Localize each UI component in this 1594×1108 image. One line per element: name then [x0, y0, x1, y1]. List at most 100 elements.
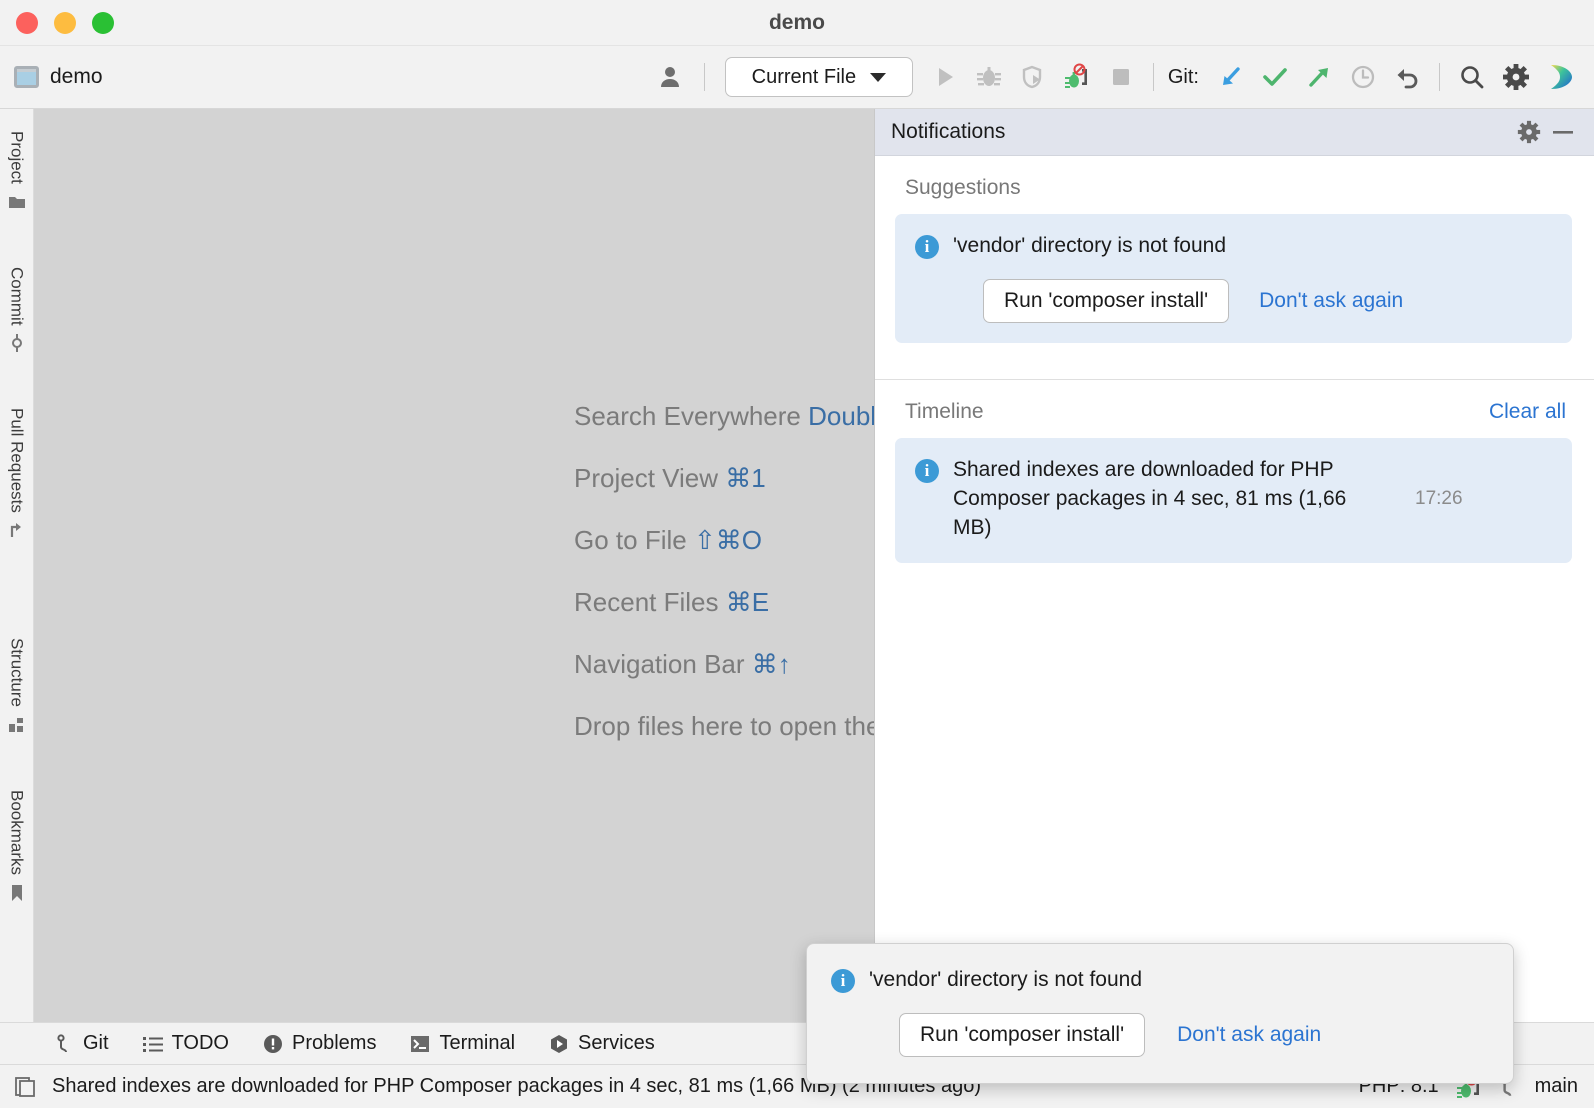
git-commit-button[interactable]: [1253, 55, 1297, 99]
git-history-button[interactable]: [1341, 55, 1385, 99]
timeline-card: i Shared indexes are downloaded for PHP …: [895, 438, 1572, 563]
close-window-button[interactable]: [16, 12, 38, 34]
bookmark-icon: [8, 884, 26, 902]
suggestions-heading: Suggestions: [875, 156, 1594, 214]
notifications-content: Suggestions i 'vendor' directory is not …: [875, 156, 1594, 1022]
zoom-window-button[interactable]: [92, 12, 114, 34]
bottom-item-label: Terminal: [439, 1032, 515, 1055]
sidebar-item-structure[interactable]: Structure: [7, 628, 27, 744]
git-push-button[interactable]: [1297, 55, 1341, 99]
run-configuration-selector[interactable]: Current File: [725, 57, 913, 97]
ai-assistant-icon[interactable]: [1538, 55, 1582, 99]
user-account-icon[interactable]: [650, 55, 694, 99]
hint-text: Navigation Bar: [574, 649, 745, 679]
stripe-label: Pull Requests: [7, 408, 27, 513]
info-icon: i: [831, 969, 855, 993]
hint-text: Go to File: [574, 525, 687, 555]
run-composer-install-button[interactable]: Run 'composer install': [983, 279, 1229, 323]
log-panel-icon[interactable]: [14, 1075, 38, 1099]
git-label: Git:: [1168, 66, 1199, 89]
bottom-item-label: Problems: [292, 1032, 376, 1055]
hint-shortcut: ⌘1: [725, 463, 765, 493]
stripe-label: Project: [7, 131, 27, 184]
info-icon: i: [915, 459, 939, 483]
sidebar-item-project[interactable]: Project: [7, 121, 27, 221]
commit-icon: [8, 334, 26, 352]
list-icon: [143, 1035, 163, 1053]
hint-text: Drop files here to open them: [574, 711, 902, 741]
gear-icon[interactable]: [1512, 115, 1546, 149]
git-branch-widget[interactable]: main: [1535, 1075, 1578, 1098]
run-configuration-label: Current File: [752, 66, 856, 89]
search-icon[interactable]: [1450, 55, 1494, 99]
bottom-item-terminal[interactable]: Terminal: [410, 1032, 515, 1055]
stripe-label: Commit: [7, 267, 27, 326]
bottom-item-services[interactable]: Services: [549, 1032, 655, 1055]
hint-text: Recent Files: [574, 587, 719, 617]
git-update-project-button[interactable]: [1209, 55, 1253, 99]
run-button[interactable]: [923, 55, 967, 99]
bottom-item-label: Services: [578, 1032, 655, 1055]
gear-icon[interactable]: [1494, 55, 1538, 99]
stripe-label: Bookmarks: [7, 790, 27, 875]
timeline-timestamp: 17:26: [1397, 488, 1463, 510]
run-actions-group: [923, 55, 1143, 99]
project-widget[interactable]: demo: [14, 65, 103, 89]
main-toolbar: demo Current File: [0, 46, 1594, 109]
hint-shortcut: ⌘E: [726, 587, 769, 617]
suggestion-card: i 'vendor' directory is not found Run 'c…: [895, 214, 1572, 343]
window-title: demo: [0, 11, 1594, 35]
traffic-lights: [0, 12, 114, 34]
chevron-down-icon: [870, 73, 886, 82]
hint-text: Project View: [574, 463, 718, 493]
sidebar-item-pull-requests[interactable]: Pull Requests: [7, 398, 27, 550]
run-with-coverage-button[interactable]: [1011, 55, 1055, 99]
notifications-title: Notifications: [891, 120, 1512, 144]
timeline-heading: Timeline: [905, 400, 1489, 424]
minimize-icon[interactable]: [1546, 115, 1580, 149]
hint-shortcut: ⌘↑: [752, 649, 791, 679]
hint-shortcut: ⇧⌘O: [694, 525, 762, 555]
minimize-window-button[interactable]: [54, 12, 76, 34]
info-icon: i: [915, 235, 939, 259]
bottom-item-label: Git: [83, 1032, 109, 1055]
structure-icon: [8, 716, 26, 734]
timeline-header: Timeline Clear all: [875, 380, 1594, 438]
terminal-icon: [410, 1034, 430, 1054]
notifications-header: Notifications: [875, 109, 1594, 156]
bottom-item-label: TODO: [172, 1032, 229, 1055]
bottom-item-problems[interactable]: Problems: [263, 1032, 376, 1055]
sidebar-item-commit[interactable]: Commit: [7, 257, 27, 363]
left-tool-stripe: Project Commit Pull Requests Structure: [0, 109, 34, 1022]
stripe-label: Structure: [7, 638, 27, 707]
balloon-dont-ask-again-link[interactable]: Don't ask again: [1177, 1023, 1321, 1047]
folder-icon: [8, 193, 26, 211]
git-rollback-button[interactable]: [1385, 55, 1429, 99]
clear-all-link[interactable]: Clear all: [1489, 400, 1566, 424]
debug-button[interactable]: [967, 55, 1011, 99]
services-play-icon: [549, 1034, 569, 1054]
balloon-text: 'vendor' directory is not found: [869, 966, 1489, 995]
suggestion-text: 'vendor' directory is not found: [953, 232, 1552, 261]
toolbar-divider-3: [1439, 63, 1440, 91]
project-window-icon: [14, 66, 39, 88]
notifications-tool-window: Notifications: [874, 109, 1594, 1022]
ide-window: demo demo Current File: [0, 0, 1594, 1108]
ide-body: Project Commit Pull Requests Structure: [0, 109, 1594, 1022]
balloon-run-composer-install-button[interactable]: Run 'composer install': [899, 1013, 1145, 1057]
bottom-item-git[interactable]: Git: [56, 1032, 109, 1055]
toolbar-divider: [704, 63, 705, 91]
bottom-item-todo[interactable]: TODO: [143, 1032, 229, 1055]
stop-button[interactable]: [1099, 55, 1143, 99]
git-actions-group: [1209, 55, 1429, 99]
project-name-label: demo: [50, 65, 103, 89]
balloon-notification: i 'vendor' directory is not found Run 'c…: [806, 943, 1514, 1084]
exclamation-circle-icon: [263, 1034, 283, 1054]
window-titlebar: demo: [0, 0, 1594, 46]
sidebar-item-bookmarks[interactable]: Bookmarks: [7, 780, 27, 912]
stop-debugger-button[interactable]: [1055, 55, 1099, 99]
dont-ask-again-link[interactable]: Don't ask again: [1259, 289, 1403, 313]
timeline-text: Shared indexes are downloaded for PHP Co…: [953, 456, 1383, 543]
hint-text: Search Everywhere: [574, 401, 801, 431]
pull-request-icon: [8, 522, 26, 540]
